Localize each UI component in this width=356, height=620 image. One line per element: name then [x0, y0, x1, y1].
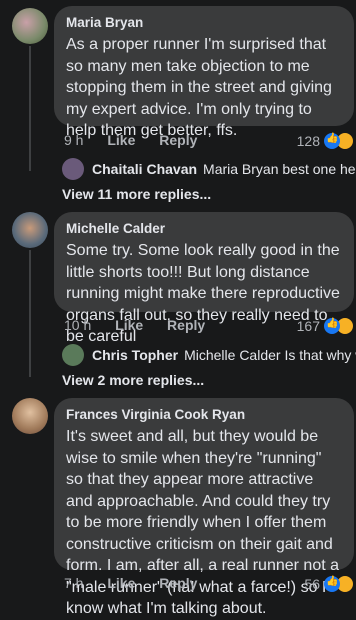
like-reaction-icon	[324, 318, 340, 334]
timestamp[interactable]: 10 h	[64, 317, 91, 333]
avatar[interactable]	[12, 212, 48, 248]
reaction-summary[interactable]: 56	[304, 575, 354, 593]
reply-author[interactable]: Chris Topher	[92, 347, 178, 363]
like-button[interactable]: Like	[107, 575, 135, 591]
comment-bubble: Frances Virginia Cook Ryan It's sweet an…	[54, 398, 354, 617]
reaction-count: 56	[304, 576, 320, 592]
reaction-summary[interactable]: 128	[297, 132, 354, 150]
reply-preview[interactable]: Chaitali Chavan Maria Bryan best one her…	[62, 158, 356, 180]
thread-line	[29, 46, 31, 171]
reply-button[interactable]: Reply	[167, 317, 205, 333]
comment-text: As a proper runner I'm surprised that so…	[66, 36, 332, 139]
reaction-count: 128	[296, 133, 320, 149]
comment-bubble: Maria Bryan As a proper runner I'm surpr…	[54, 6, 354, 139]
reply-button[interactable]: Reply	[159, 575, 197, 591]
comment-author[interactable]: Frances Virginia Cook Ryan	[66, 406, 342, 424]
reply-author[interactable]: Chaitali Chavan	[92, 161, 197, 177]
reply-text: Maria Bryan best one here😂...	[203, 160, 356, 177]
timestamp[interactable]: 7 h	[64, 575, 83, 591]
avatar	[62, 344, 84, 366]
avatar[interactable]	[12, 8, 48, 44]
comment-actions: 7 h Like Reply	[64, 575, 217, 591]
like-reaction-icon	[324, 133, 340, 149]
reaction-count: 167	[296, 318, 320, 334]
avatar	[62, 158, 84, 180]
like-button[interactable]: Like	[107, 132, 135, 148]
comment-actions: 10 h Like Reply	[64, 317, 225, 333]
view-more-replies-link[interactable]: View 2 more replies...	[62, 372, 204, 388]
like-button[interactable]: Like	[115, 317, 143, 333]
comment-bubble: Michelle Calder Some try. Some look real…	[54, 212, 354, 345]
comment-actions: 9 h Like Reply	[64, 132, 217, 148]
thread-line	[29, 250, 31, 377]
reaction-summary[interactable]: 167	[297, 317, 354, 335]
comment-author[interactable]: Michelle Calder	[66, 220, 342, 238]
view-more-replies-link[interactable]: View 11 more replies...	[62, 186, 211, 202]
avatar[interactable]	[12, 398, 48, 434]
timestamp[interactable]: 9 h	[64, 132, 83, 148]
reply-preview[interactable]: Chris Topher Michelle Calder Is that why…	[62, 344, 356, 366]
reply-text: Michelle Calder Is that why wome...	[184, 347, 356, 363]
reply-button[interactable]: Reply	[159, 132, 197, 148]
like-reaction-icon	[324, 576, 340, 592]
comment-author[interactable]: Maria Bryan	[66, 14, 342, 32]
